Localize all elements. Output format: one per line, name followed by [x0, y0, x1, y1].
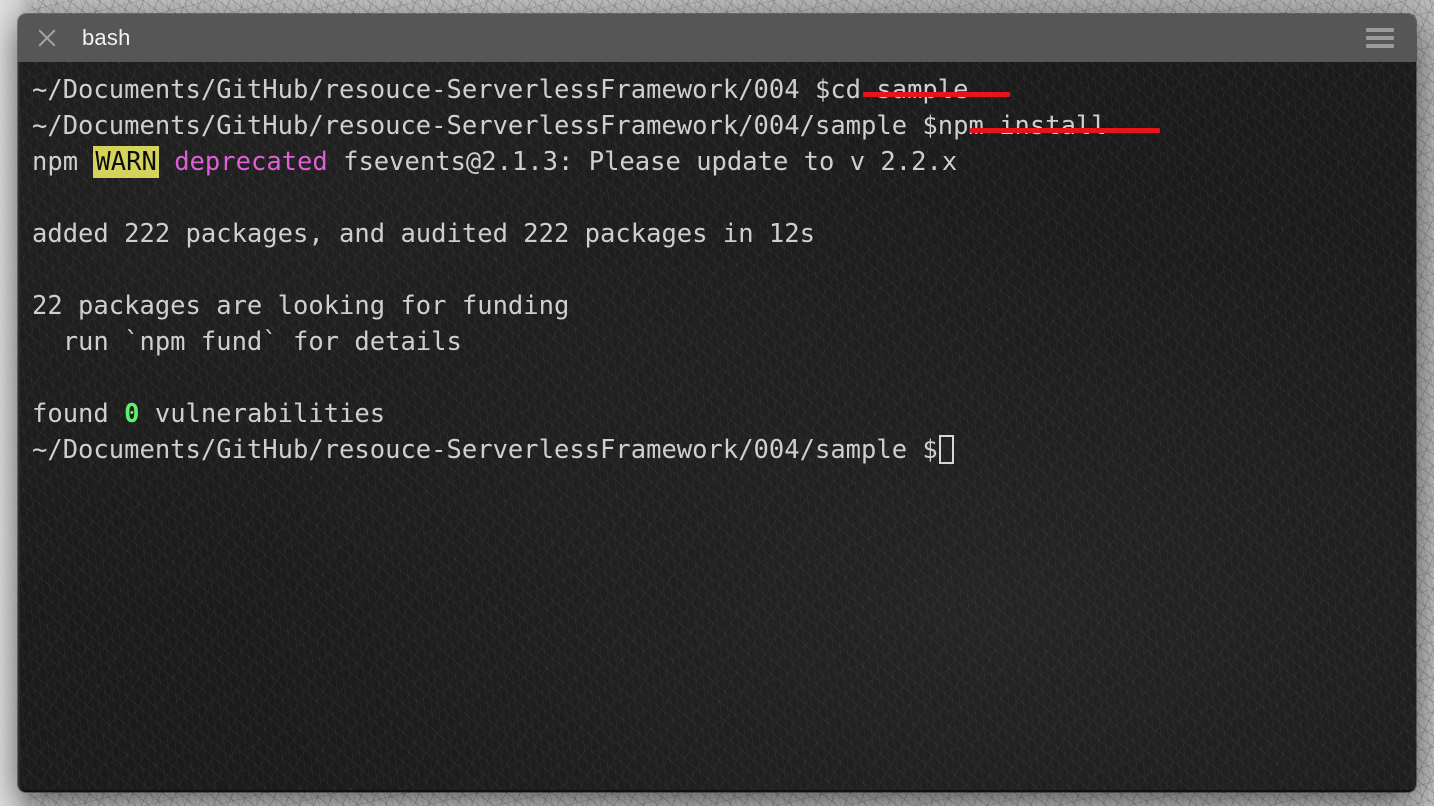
terminal-text-segment: ~/Documents/GitHub/resouce-ServerlessFra… — [32, 75, 969, 105]
terminal-text-segment: ~/Documents/GitHub/resouce-ServerlessFra… — [32, 111, 1107, 141]
terminal-text-segment: deprecated — [174, 147, 328, 177]
line-added-packages: added 222 packages, and audited 222 pack… — [32, 216, 1416, 252]
line-npm-warn: npm WARN deprecated fsevents@2.1.3: Plea… — [32, 144, 1416, 180]
terminal-text-segment: 0 — [124, 399, 140, 429]
terminal-text-segment: found — [32, 399, 125, 429]
line-vulnerabilities: found 0 vulnerabilities — [32, 396, 1416, 432]
hamburger-bar-3 — [1366, 44, 1394, 48]
underline-npm-install — [970, 128, 1160, 133]
terminal-title-bar: bash — [18, 14, 1416, 62]
line-blank-3 — [32, 360, 1416, 396]
underline-cd-sample — [863, 92, 1010, 97]
terminal-window: bash ~/Documents/GitHub/resouce-Serverle… — [18, 14, 1416, 792]
hamburger-bar-2 — [1366, 36, 1394, 40]
line-prompt-active: ~/Documents/GitHub/resouce-ServerlessFra… — [32, 432, 1416, 468]
terminal-text-segment: WARN — [93, 146, 159, 178]
line-blank-2 — [32, 252, 1416, 288]
terminal-text-segment: run `npm fund` for details — [32, 327, 462, 357]
terminal-body[interactable]: ~/Documents/GitHub/resouce-ServerlessFra… — [18, 62, 1416, 792]
terminal-tab-title[interactable]: bash — [82, 27, 131, 49]
terminal-output: ~/Documents/GitHub/resouce-ServerlessFra… — [26, 72, 1416, 468]
terminal-text-segment: fsevents@2.1.3: Please update to v 2.2.x — [327, 147, 958, 177]
line-blank-1 — [32, 180, 1416, 216]
close-icon[interactable] — [34, 25, 60, 51]
line-funding-count: 22 packages are looking for funding — [32, 288, 1416, 324]
line-funding-run: run `npm fund` for details — [32, 324, 1416, 360]
line-prompt-npm-install: ~/Documents/GitHub/resouce-ServerlessFra… — [32, 108, 1416, 144]
line-prompt-cd: ~/Documents/GitHub/resouce-ServerlessFra… — [32, 72, 1416, 108]
hamburger-menu-icon[interactable] — [1366, 28, 1394, 48]
hamburger-bar-1 — [1366, 28, 1394, 32]
terminal-text-segment: ~/Documents/GitHub/resouce-ServerlessFra… — [32, 435, 938, 465]
terminal-text-segment: added 222 packages, and audited 222 pack… — [32, 219, 815, 249]
terminal-cursor — [938, 435, 954, 464]
terminal-text-segment: npm — [32, 147, 94, 177]
terminal-text-segment: vulnerabilities — [139, 399, 386, 429]
terminal-text-segment: 22 packages are looking for funding — [32, 291, 570, 321]
